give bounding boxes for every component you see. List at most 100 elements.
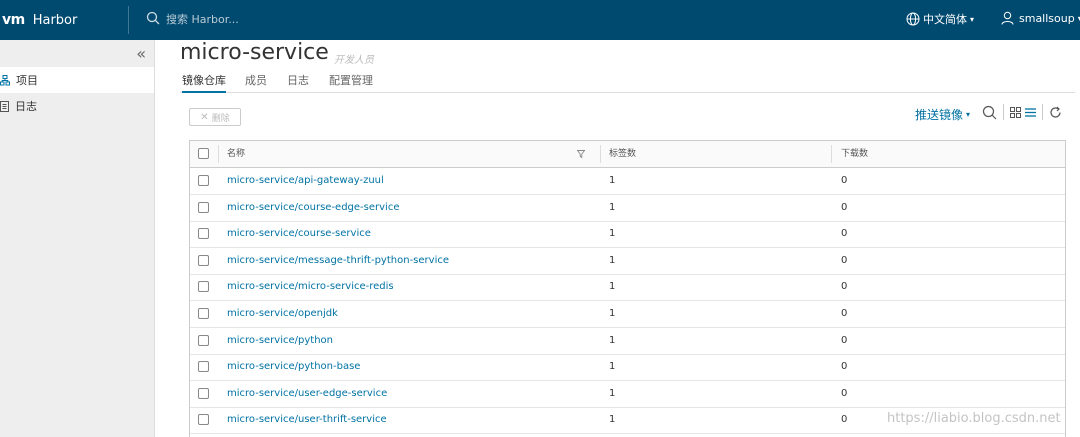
table-row[interactable]: micro-service/course-service 1 0: [190, 221, 1065, 249]
column-header-pulls[interactable]: 下载数: [841, 141, 868, 167]
app-name: Harbor: [32, 12, 78, 28]
language-selector[interactable]: 中文简体 ▾: [906, 11, 974, 27]
row-checkbox[interactable]: [198, 175, 209, 186]
tab-logs[interactable]: 日志: [287, 72, 309, 91]
search-icon: [146, 10, 160, 29]
row-checkbox[interactable]: [198, 334, 209, 346]
globe-icon: [906, 12, 920, 26]
search-icon[interactable]: [982, 105, 997, 120]
repository-name-link[interactable]: micro-service/openjdk: [227, 301, 338, 327]
tag-count: 1: [609, 201, 616, 213]
tab-members[interactable]: 成员: [245, 72, 267, 91]
pull-count: 0: [841, 308, 848, 319]
repository-name-link[interactable]: micro-service/course-service: [227, 221, 371, 247]
repository-name-link[interactable]: micro-service/api-gateway-zuul: [227, 168, 384, 194]
row-checkbox[interactable]: [198, 308, 209, 319]
column-header-name[interactable]: 名称: [227, 141, 245, 167]
column-divider: [218, 145, 219, 163]
tag-count: 1: [609, 414, 616, 426]
table-header: 名称 标签数 下载数: [190, 141, 1065, 168]
pull-count: 0: [841, 361, 848, 373]
vmware-logo: vm: [2, 12, 25, 28]
tag-count: 1: [609, 175, 616, 186]
sidebar-item-label: 日志: [15, 100, 37, 113]
table-row[interactable]: micro-service/course-edge-service 1 0: [190, 195, 1065, 222]
table-row[interactable]: micro-service/openjdk 1 0: [190, 301, 1065, 328]
tag-count: 1: [609, 228, 616, 240]
language-label: 中文简体: [923, 13, 967, 26]
pull-count: 0: [841, 281, 848, 293]
table-row[interactable]: micro-service/api-gateway-zuul 1 0: [190, 168, 1065, 195]
repository-table: 名称 标签数 下载数 micro-service/api-gateway-zuu…: [189, 140, 1066, 437]
collapse-sidebar-icon[interactable]: «: [136, 44, 146, 63]
toolbar-divider: [1042, 104, 1043, 120]
chevron-down-icon: ▾: [966, 110, 971, 119]
select-all-checkbox[interactable]: [198, 148, 209, 159]
delete-label: 删除: [211, 113, 230, 124]
repository-name-link[interactable]: micro-service/python: [227, 328, 333, 354]
push-image-button[interactable]: 推送镜像 ▾: [915, 106, 970, 123]
top-header: vm Harbor 中文简体 ▾ smallsoup ▾: [0, 0, 1080, 40]
row-checkbox[interactable]: [198, 254, 209, 266]
row-checkbox[interactable]: [198, 361, 209, 373]
chevron-down-icon: ▾: [970, 14, 975, 24]
tab-repositories[interactable]: 镜像仓库: [182, 72, 226, 93]
sidebar: « 项目 日志: [0, 40, 155, 437]
repository-name-link[interactable]: micro-service/user-thrift-service: [227, 407, 387, 433]
row-checkbox[interactable]: [198, 387, 209, 399]
sidebar-item-logs[interactable]: 日志: [0, 93, 154, 119]
user-icon: [1001, 11, 1014, 25]
close-icon: ✕: [200, 111, 209, 123]
role-label: 开发人员: [334, 55, 374, 66]
repository-name-link[interactable]: micro-service/course-edge-service: [227, 195, 399, 221]
pull-count: 0: [841, 334, 848, 346]
column-header-tags[interactable]: 标签数: [609, 141, 636, 167]
logs-icon: [0, 100, 9, 112]
pull-count: 0: [841, 387, 848, 399]
tag-count: 1: [609, 361, 616, 373]
watermark: https://liabio.blog.csdn.net: [887, 411, 1061, 426]
username: smallsoup: [1019, 11, 1075, 25]
tag-count: 1: [609, 387, 616, 399]
page-title: micro-service: [180, 40, 329, 65]
logo[interactable]: vm Harbor: [0, 0, 77, 40]
global-search[interactable]: [146, 10, 368, 29]
pull-count: 0: [841, 201, 848, 213]
tag-count: 1: [609, 281, 616, 293]
column-divider: [600, 145, 601, 163]
repository-name-link[interactable]: micro-service/user-edge-service: [227, 381, 387, 407]
search-input[interactable]: [164, 12, 368, 27]
table-row[interactable]: micro-service/python-base 1 0: [190, 354, 1065, 382]
row-checkbox[interactable]: [198, 201, 209, 213]
repository-name-link[interactable]: micro-service/python-base: [227, 354, 360, 380]
pull-count: 0: [841, 254, 848, 266]
row-checkbox[interactable]: [198, 414, 209, 426]
repository-name-link[interactable]: micro-service/micro-service-redis: [227, 274, 394, 300]
sidebar-item-projects[interactable]: 项目: [0, 67, 154, 93]
push-image-label: 推送镜像: [915, 108, 964, 122]
column-divider: [831, 145, 832, 163]
pull-count: 0: [841, 228, 848, 240]
filter-icon[interactable]: [577, 150, 585, 158]
user-menu[interactable]: smallsoup ▾: [1001, 11, 1080, 25]
project-tabs: 镜像仓库 成员 日志 配置管理: [180, 72, 1075, 93]
card-view-icon[interactable]: [1010, 106, 1021, 118]
list-view-icon[interactable]: [1025, 107, 1036, 118]
tab-configuration[interactable]: 配置管理: [329, 72, 373, 91]
tag-count: 1: [609, 334, 616, 346]
table-row[interactable]: micro-service/micro-service-redis 1 0: [190, 274, 1065, 302]
header-divider: [128, 6, 129, 34]
toolbar-divider: [1003, 104, 1004, 120]
row-checkbox[interactable]: [198, 281, 209, 293]
table-row[interactable]: micro-service/python 1 0: [190, 328, 1065, 355]
tag-count: 1: [609, 308, 616, 319]
table-row[interactable]: micro-service/user-edge-service 1 0: [190, 381, 1065, 408]
delete-button[interactable]: ✕ 删除: [189, 108, 241, 126]
tag-count: 1: [609, 254, 616, 266]
sidebar-item-label: 项目: [16, 74, 38, 87]
repository-name-link[interactable]: micro-service/message-thrift-python-serv…: [227, 248, 449, 274]
table-row[interactable]: micro-service/message-thrift-python-serv…: [190, 248, 1065, 275]
row-checkbox[interactable]: [198, 228, 209, 240]
toolbar-icons: [982, 104, 1062, 120]
refresh-icon[interactable]: [1049, 106, 1062, 119]
